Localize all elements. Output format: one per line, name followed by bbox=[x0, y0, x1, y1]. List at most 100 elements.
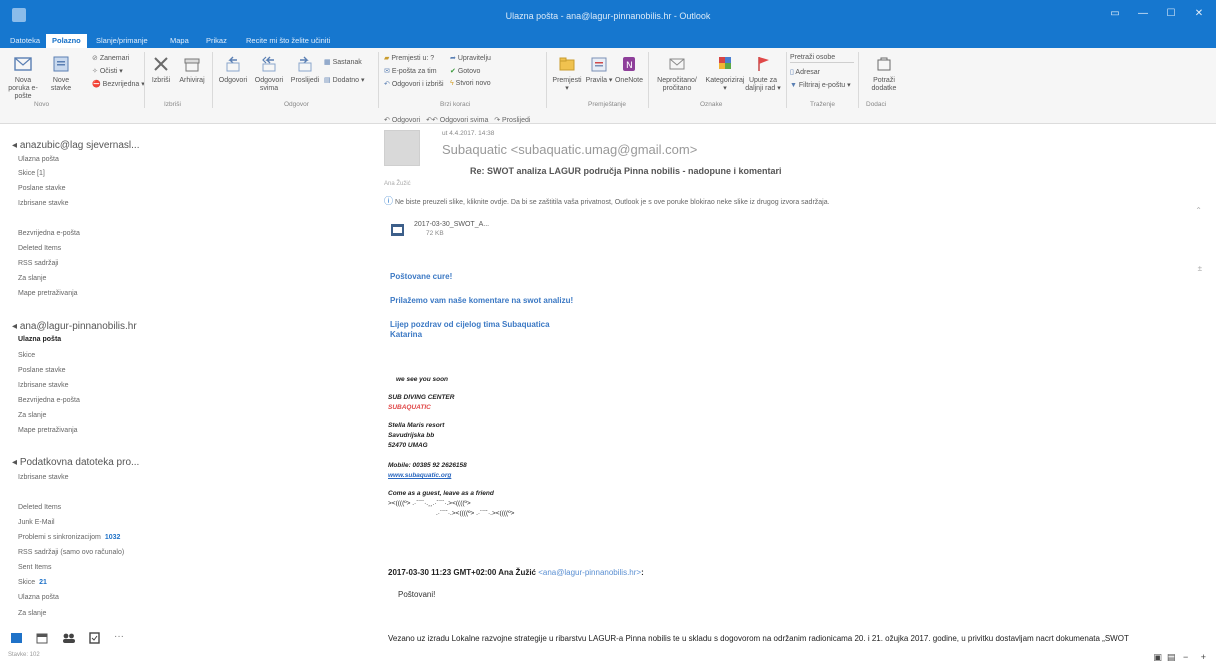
folder-item[interactable]: Za slanje bbox=[18, 412, 46, 419]
group-addins-label: Dodaci bbox=[866, 101, 887, 108]
ribbon-display-options-icon[interactable]: ▭ bbox=[1108, 8, 1122, 20]
folder-item[interactable]: Ulazna pošta bbox=[18, 156, 59, 163]
folder-item[interactable]: Skice [1] bbox=[18, 170, 45, 177]
zoom-out-icon[interactable]: − bbox=[1183, 652, 1188, 661]
delete-button[interactable]: Izbriši bbox=[148, 54, 174, 85]
tab-file[interactable]: Datoteka bbox=[4, 34, 46, 48]
folder-item[interactable]: Sent Items bbox=[18, 564, 51, 571]
envelope-icon: ✉ bbox=[384, 68, 390, 75]
mail-icon[interactable] bbox=[10, 632, 24, 644]
attachment[interactable]: 2017-03-30_SWOT_A... 72 KB bbox=[386, 218, 506, 242]
signature-line: .·´¯`·.><((((º> .·´¯`·.><((((º> bbox=[436, 510, 515, 517]
scroll-marker-icon[interactable]: ± bbox=[1198, 264, 1202, 273]
folder-item[interactable]: Mape pretraživanja bbox=[18, 427, 78, 434]
categorize-button[interactable]: Kategoriziraj ▾ bbox=[704, 54, 746, 93]
message-sender[interactable]: Subaquatic <subaquatic.umag@gmail.com> bbox=[442, 142, 697, 157]
folder-item[interactable]: Ulazna pošta bbox=[18, 594, 59, 601]
folder-item[interactable]: Izbrisane stavke bbox=[18, 474, 69, 481]
folder-item[interactable]: Poslane stavke bbox=[18, 367, 65, 374]
message-subject: Re: SWOT analiza LAGUR područja Pinna no… bbox=[470, 166, 782, 176]
ribbon-separator bbox=[378, 52, 379, 108]
zoom-in-icon[interactable]: + bbox=[1201, 652, 1206, 661]
folder-item[interactable]: Izbrisane stavke bbox=[18, 382, 69, 389]
new-items-button[interactable]: Nove stavke bbox=[46, 54, 76, 93]
meeting-button[interactable]: ▦ Sastanak bbox=[324, 58, 362, 66]
quickstep-team-email[interactable]: ✉ E-pošta za tim bbox=[384, 67, 437, 75]
folder-item[interactable]: Poslane stavke bbox=[18, 185, 65, 192]
tab-send-receive[interactable]: Slanje/primanje bbox=[90, 34, 154, 48]
folder-item[interactable]: Izbrisane stavke bbox=[18, 200, 69, 207]
folder-item[interactable]: Deleted Items bbox=[18, 245, 61, 252]
new-email-button[interactable]: Nova poruka e-pošte bbox=[6, 54, 40, 101]
ignore-button[interactable]: ⊘ Zanemari bbox=[92, 54, 129, 62]
quickstep-manager[interactable]: ➦ Upravitelju bbox=[450, 54, 491, 62]
filter-email-button[interactable]: ▼ Filtriraj e-poštu ▾ bbox=[790, 81, 851, 89]
folder-item[interactable]: Mape pretraživanja bbox=[18, 290, 78, 297]
close-icon[interactable]: ✕ bbox=[1192, 8, 1206, 20]
folder-item[interactable]: RSS sadržaji (samo ovo računalo) bbox=[18, 549, 124, 556]
account-2[interactable]: ◂ ana@lagur-pinnanobilis.hr bbox=[12, 321, 137, 332]
tab-folder[interactable]: Mapa bbox=[164, 34, 195, 48]
calendar-icon[interactable] bbox=[36, 632, 50, 644]
clean-up-button[interactable]: ✧ Očisti ▾ bbox=[92, 67, 123, 75]
sender-avatar bbox=[384, 130, 420, 166]
forward-action[interactable]: ↷ Proslijedi bbox=[494, 117, 530, 124]
move-button[interactable]: Premjesti ▾ bbox=[550, 54, 584, 93]
quickstep-create-new[interactable]: ϟ Stvori novo bbox=[450, 80, 491, 87]
maximize-icon[interactable]: ☐ bbox=[1164, 8, 1178, 20]
reply-icon bbox=[226, 56, 240, 72]
folder-item[interactable]: Junk E-Mail bbox=[18, 519, 55, 526]
folder-item[interactable]: Skice 21 bbox=[18, 579, 47, 586]
quickstep-move[interactable]: ▰ Premjesti u: ? bbox=[384, 54, 434, 62]
junk-button[interactable]: ⛔ Bezvrijedna ▾ bbox=[92, 80, 145, 88]
reply-button[interactable]: Odgovori bbox=[216, 54, 250, 85]
folder-item[interactable]: RSS sadržaji bbox=[18, 260, 58, 267]
message-recipients[interactable]: Ana Žužić bbox=[384, 181, 411, 187]
folder-item[interactable]: Bezvrijedna e-pošta bbox=[18, 397, 80, 404]
group-tags-label: Oznake bbox=[700, 101, 723, 108]
onenote-button[interactable]: N OneNote bbox=[614, 54, 644, 85]
scroll-up-arrow-icon[interactable]: ⌃ bbox=[1195, 206, 1202, 215]
tab-home[interactable]: Polazno bbox=[46, 34, 87, 48]
forward-button[interactable]: Proslijedi bbox=[288, 54, 322, 85]
more-modules-icon[interactable]: ··· bbox=[114, 631, 124, 642]
signature-link[interactable]: www.subaquatic.org bbox=[388, 472, 451, 479]
follow-up-button[interactable]: Upute za daljnji rad ▾ bbox=[744, 54, 782, 93]
quote-header: 2017-03-30 11:23 GMT+02:00 Ana Žužić <an… bbox=[388, 568, 644, 577]
tell-me-search[interactable]: Recite mi što želite učiniti bbox=[240, 34, 336, 48]
reply-all-action[interactable]: ↶↶ Odgovori svima bbox=[426, 117, 488, 124]
ignore-icon: ⊘ bbox=[92, 55, 98, 62]
reply-action[interactable]: ↶ Odgovori bbox=[384, 117, 420, 124]
folder-item-selected[interactable]: Ulazna pošta bbox=[18, 336, 61, 343]
normal-view-icon[interactable]: ▣ bbox=[1153, 652, 1162, 661]
check-icon: ✔ bbox=[450, 68, 456, 75]
archive-button[interactable]: Arhiviraj bbox=[176, 54, 208, 85]
people-icon[interactable] bbox=[62, 632, 76, 644]
title-bar: Ulazna pošta - ana@lagur-pinnanobilis.hr… bbox=[0, 0, 1216, 32]
account-1[interactable]: ◂ anazubic@lag sjevernasl... bbox=[12, 140, 139, 151]
folder-item[interactable]: Za slanje bbox=[18, 275, 46, 282]
folder-item[interactable]: Za slanje bbox=[18, 610, 46, 617]
rules-icon bbox=[591, 57, 607, 72]
tasks-icon[interactable] bbox=[88, 632, 102, 644]
minimize-icon[interactable]: — bbox=[1136, 8, 1150, 20]
tab-view[interactable]: Prikaz bbox=[200, 34, 233, 48]
search-people-input[interactable]: Pretraži osobe bbox=[790, 54, 854, 63]
reading-view-icon[interactable]: ▤ bbox=[1167, 652, 1176, 661]
quickstep-reply-delete[interactable]: ↶ Odgovori i izbriši bbox=[384, 80, 444, 88]
quote-email-link[interactable]: <ana@lagur-pinnanobilis.hr> bbox=[538, 568, 641, 577]
ribbon-separator bbox=[648, 52, 649, 108]
quickstep-done[interactable]: ✔ Gotovo bbox=[450, 67, 480, 75]
more-respond-button[interactable]: ▤ Dodatno ▾ bbox=[324, 76, 365, 84]
get-addins-button[interactable]: Potraži dodatke bbox=[862, 54, 906, 93]
folder-item[interactable]: Deleted Items bbox=[18, 504, 61, 511]
unread-read-button[interactable]: Nepročitano/ pročitano bbox=[650, 54, 704, 93]
folder-item[interactable]: Bezvrijedna e-pošta bbox=[18, 230, 80, 237]
blocked-images-bar[interactable]: ⓘ Ne biste preuzeli slike, kliknite ovdj… bbox=[384, 194, 830, 207]
address-book-button[interactable]: ▯ Adresar bbox=[790, 68, 820, 76]
rules-button[interactable]: Pravila ▾ bbox=[584, 54, 614, 85]
reply-all-button[interactable]: Odgovori svima bbox=[252, 54, 286, 93]
folder-item[interactable]: Skice bbox=[18, 352, 35, 359]
account-3[interactable]: ◂ Podatkovna datoteka pro... bbox=[12, 457, 139, 468]
folder-item[interactable]: Problemi s sinkronizacijom 1032 bbox=[18, 534, 120, 541]
